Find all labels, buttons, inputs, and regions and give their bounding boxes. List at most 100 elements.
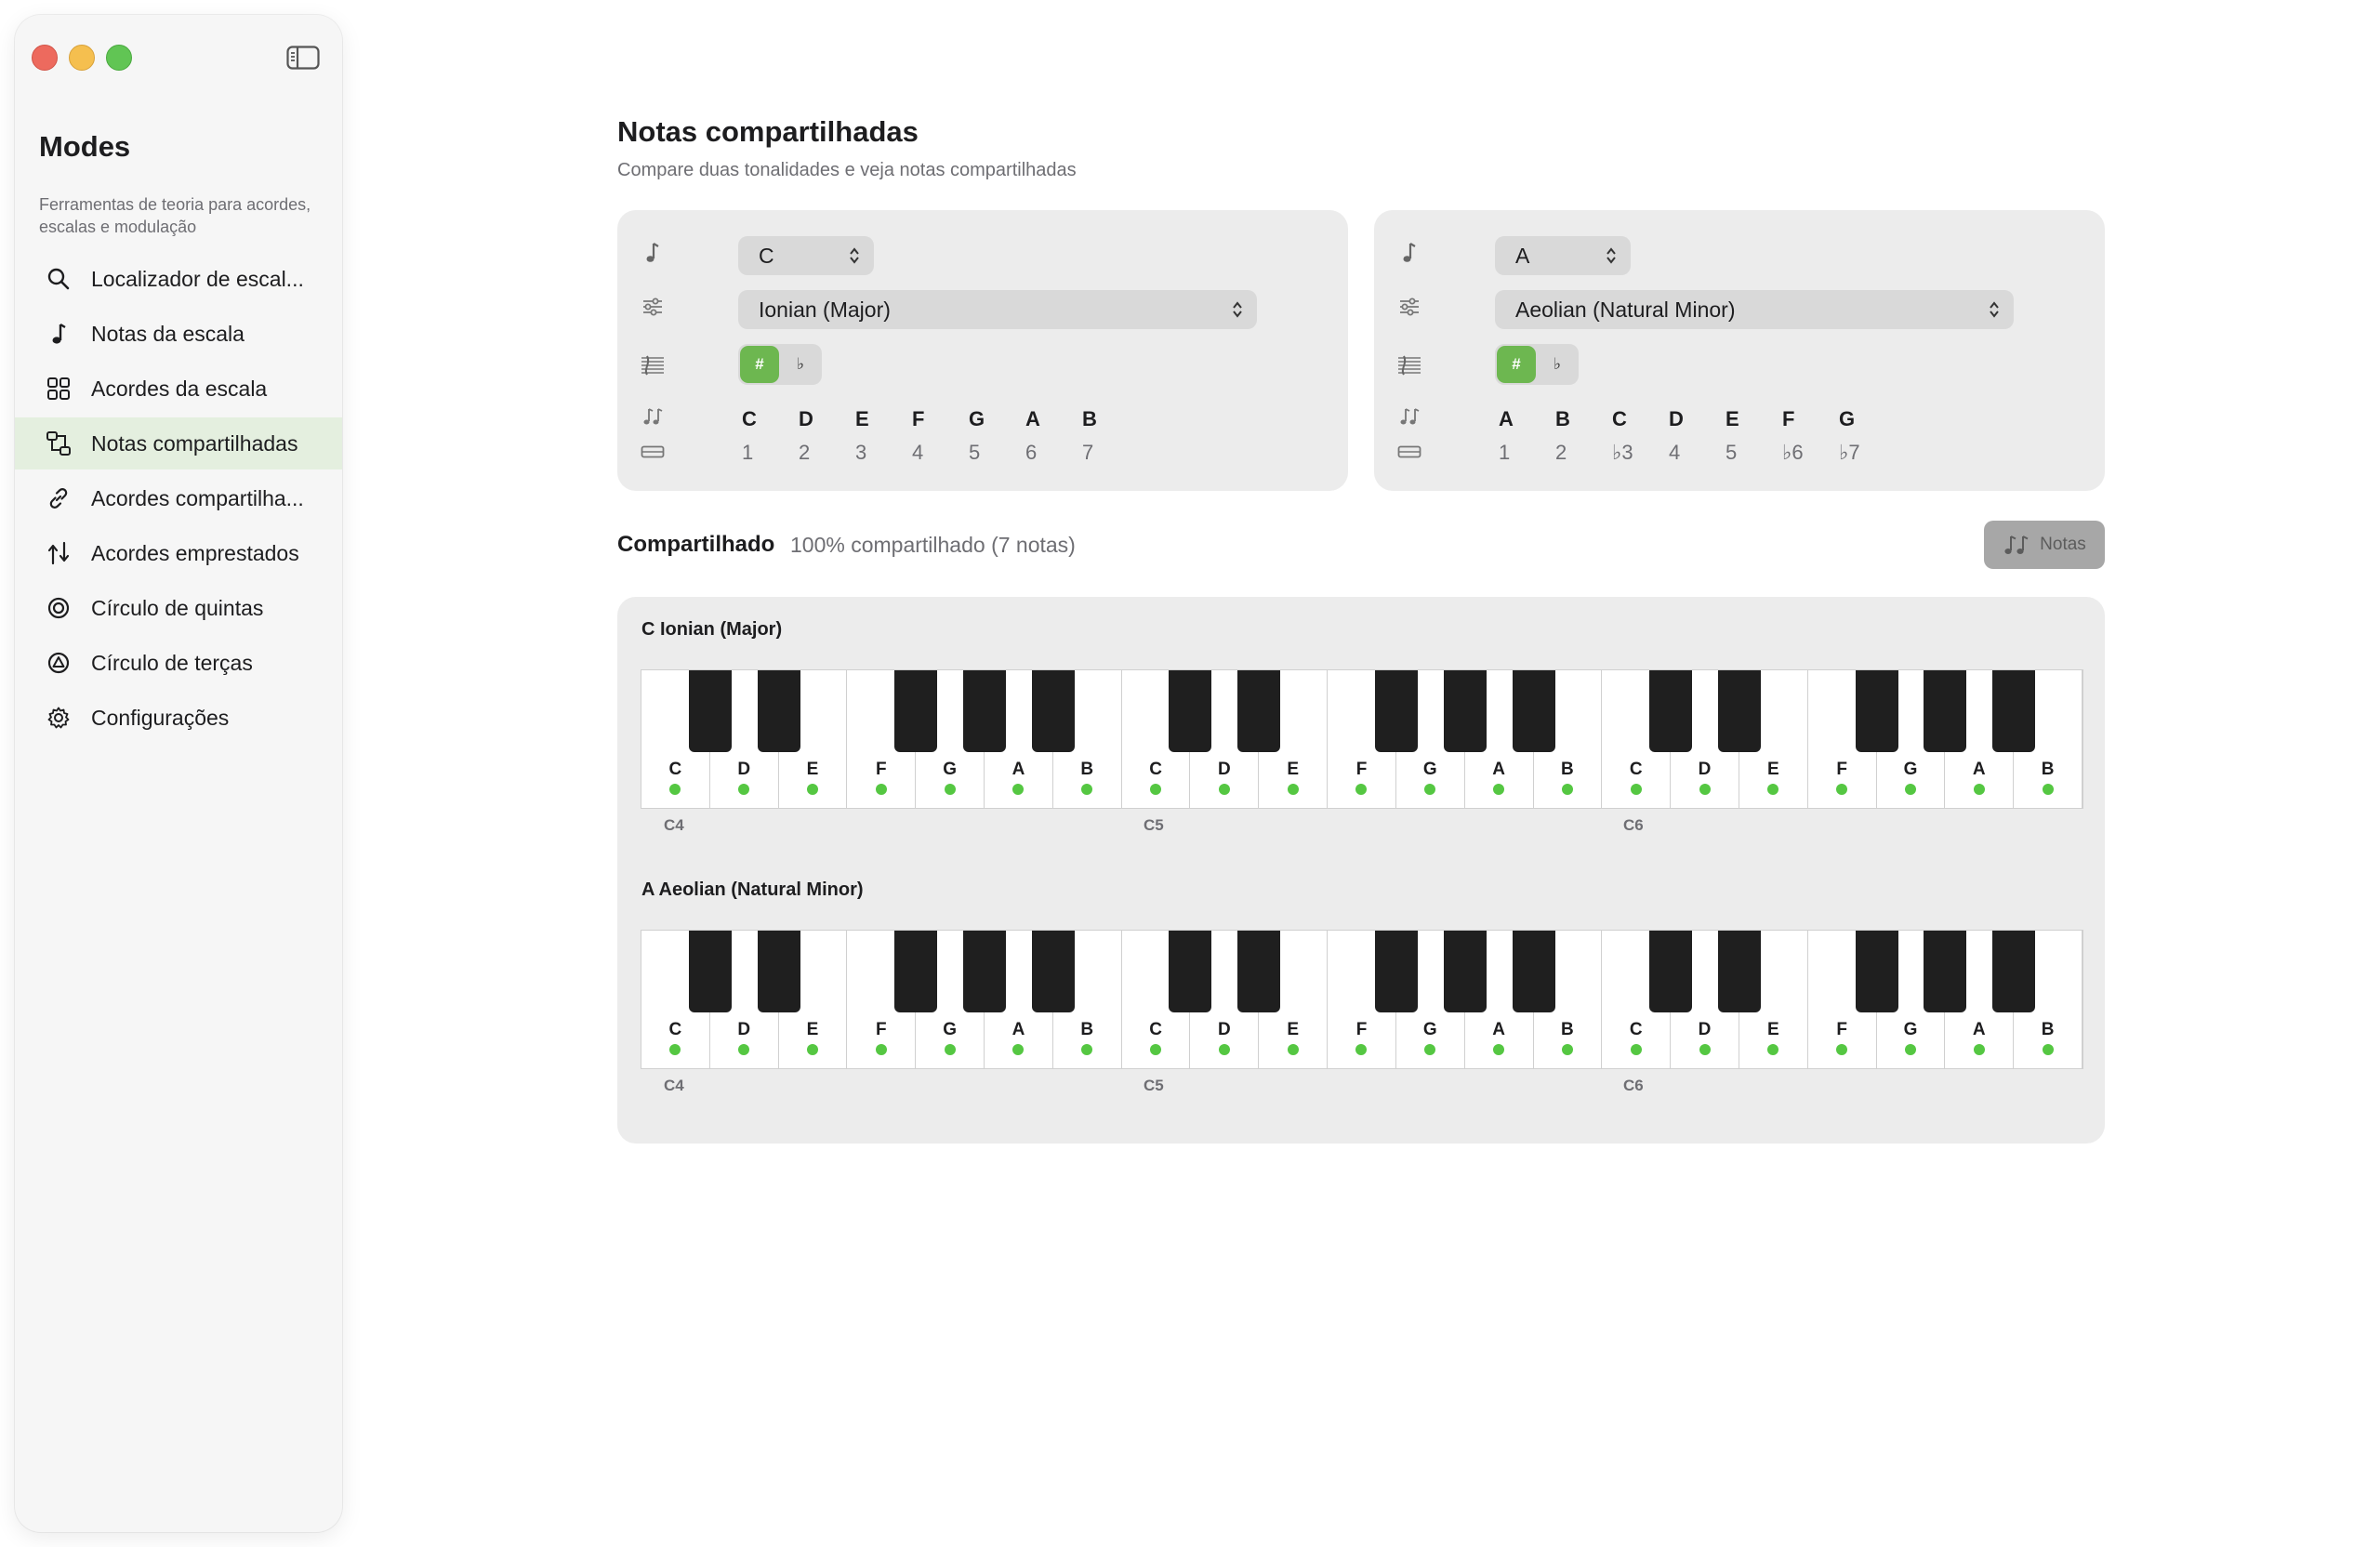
flat-option[interactable]: ♭ [781,346,820,383]
sidebar-item-label: Notas compartilhadas [91,430,298,456]
key-note-label: C [1629,760,1643,779]
mode-select-b[interactable]: Aeolian (Natural Minor) [1495,290,2014,329]
mode-select-value: Aeolian (Natural Minor) [1515,297,1736,322]
shared-note-dot [1012,784,1025,795]
degree-label: 7 [1082,441,1094,464]
key-a-card: C Ionian (Major) # ♭ C D E F G A B 1 2 3… [617,210,1348,491]
root-select-a[interactable]: C [738,236,874,275]
degree-label: 1 [1499,441,1511,464]
key-b-card: A Aeolian (Natural Minor) # ♭ A B C D E [1374,210,2105,491]
sidebar-nav: Localizador de escal... Notas da escala … [15,253,342,747]
black-key[interactable] [1924,670,1967,752]
black-key[interactable] [757,931,800,1012]
sidebar-toggle-icon[interactable] [286,45,320,71]
shared-summary-bar: Compartilhado 100% compartilhado (7 nota… [617,521,2105,580]
shared-note-dot [2042,784,2054,795]
black-key[interactable] [1237,931,1281,1012]
black-key[interactable] [1717,670,1761,752]
notes-icon [2003,533,2040,557]
sidebar-item-settings[interactable]: Configurações [15,692,342,744]
black-key[interactable] [688,670,732,752]
note-label: A [1499,407,1514,430]
search-icon [45,265,73,293]
black-key[interactable] [1992,670,2036,752]
black-key[interactable] [1649,931,1693,1012]
black-key[interactable] [1512,670,1555,752]
black-key[interactable] [1443,931,1487,1012]
key-note-label: A [1012,760,1025,779]
sidebar-item-label: Notas da escala [91,321,245,346]
black-key[interactable] [1031,931,1075,1012]
black-key[interactable] [757,670,800,752]
black-key[interactable] [1855,931,1898,1012]
degree-label: 4 [912,441,924,464]
zoom-window-button[interactable] [106,45,132,71]
sidebar-item-label: Localizador de escal... [91,266,304,291]
black-key[interactable] [1649,670,1693,752]
black-key[interactable] [1992,931,2036,1012]
root-select-b[interactable]: A [1495,236,1631,275]
scale-notes-row-a: C D E F G A B [738,407,1135,431]
sidebar-item-circle-fifths[interactable]: Círculo de quintas [15,582,342,634]
sidebar-item-scale-finder[interactable]: Localizador de escal... [15,253,342,305]
flat-option[interactable]: ♭ [1538,346,1577,383]
sidebar-item-borrowed-chords[interactable]: Acordes emprestados [15,527,342,579]
black-key[interactable] [1374,670,1418,752]
key-note-label: F [876,1020,887,1039]
black-key[interactable] [1443,670,1487,752]
black-key[interactable] [1169,670,1212,752]
ruler-icon [1396,439,1422,465]
key-note-label: C [1149,1020,1162,1039]
black-key[interactable] [894,931,938,1012]
note-icon [1396,240,1422,266]
note-label: B [1082,407,1097,430]
chevron-updown-icon [848,245,861,267]
black-key[interactable] [963,670,1007,752]
sidebar-item-label: Círculo de terças [91,650,253,675]
octave-label: C6 [1623,816,1644,834]
black-key[interactable] [894,670,938,752]
black-key[interactable] [1169,931,1212,1012]
shared-note-dot [669,1044,681,1055]
mode-select-a[interactable]: Ionian (Major) [738,290,1257,329]
black-key[interactable] [963,931,1007,1012]
shared-note-dot [1973,1044,1985,1055]
shared-note-dot [1012,1044,1025,1055]
key-note-label: A [1012,1020,1025,1039]
chevron-updown-icon [1988,298,2001,321]
key-note-label: G [943,760,958,779]
sidebar-item-scale-chords[interactable]: Acordes da escala [15,363,342,415]
black-key[interactable] [1374,931,1418,1012]
sidebar-item-circle-thirds[interactable]: Círculo de terças [15,637,342,689]
degree-label: ♭7 [1839,441,1860,464]
black-key[interactable] [688,931,732,1012]
black-key[interactable] [1512,931,1555,1012]
sidebar-item-shared-chords[interactable]: Acordes compartilha... [15,472,342,524]
notes-view-button[interactable]: Notas [1984,521,2105,569]
note-label: E [855,407,869,430]
note-icon [45,320,73,348]
black-key[interactable] [1237,670,1281,752]
sliders-icon [640,294,666,320]
octave-label: C5 [1144,816,1164,834]
black-key[interactable] [1855,670,1898,752]
key-note-label: C [668,1020,682,1039]
black-key[interactable] [1717,931,1761,1012]
close-window-button[interactable] [32,45,58,71]
black-key[interactable] [1031,670,1075,752]
key-note-label: B [2041,1020,2055,1039]
key-note-label: G [1422,760,1437,779]
piano-keyboard-b: CDEFGABCDEFGABCDEFGAB [641,930,2083,1069]
sidebar-item-scale-notes[interactable]: Notas da escala [15,308,342,360]
sharp-option[interactable]: # [740,346,779,383]
staff-icon [1396,351,1422,377]
sidebar-item-shared-notes[interactable]: Notas compartilhadas [15,417,342,469]
scale-notes-row-b: A B C D E F G [1495,407,1892,431]
ruler-icon [640,439,666,465]
shared-note-dot [738,784,750,795]
shared-note-dot [1493,784,1505,795]
sharp-option[interactable]: # [1497,346,1536,383]
black-key[interactable] [1924,931,1967,1012]
key-note-label: D [737,1020,751,1039]
minimize-window-button[interactable] [69,45,95,71]
